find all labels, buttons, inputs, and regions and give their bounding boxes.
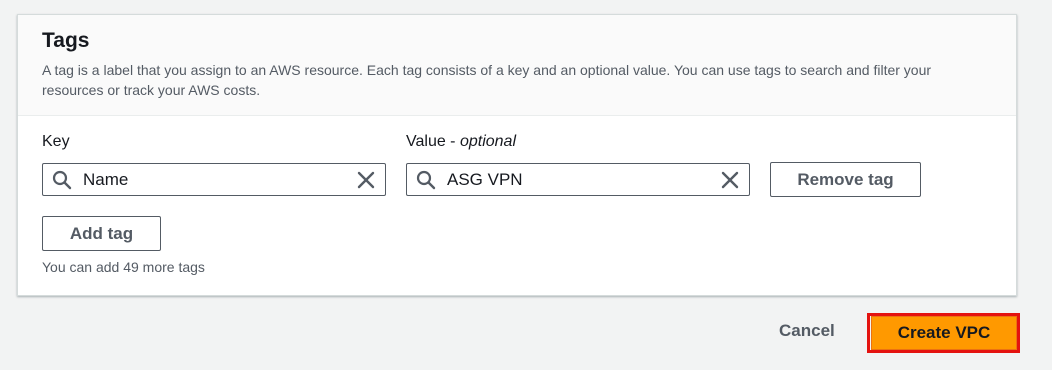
value-label-text: Value - xyxy=(406,133,460,150)
tag-key-input[interactable]: Name xyxy=(42,163,386,196)
panel-title: Tags xyxy=(42,29,90,52)
tags-panel-header: Tags A tag is a label that you assign to… xyxy=(18,15,1016,116)
value-column-label: Value - optional xyxy=(406,133,516,151)
create-vpc-button[interactable]: Create VPC xyxy=(871,316,1017,350)
close-icon[interactable] xyxy=(356,170,376,190)
add-tag-button[interactable]: Add tag xyxy=(42,216,161,251)
tags-panel: Tags A tag is a label that you assign to… xyxy=(17,14,1017,296)
key-column-label: Key xyxy=(42,133,70,150)
page: Tags A tag is a label that you assign to… xyxy=(0,0,1052,370)
remaining-tags-hint: You can add 49 more tags xyxy=(42,259,205,275)
panel-description: A tag is a label that you assign to an A… xyxy=(42,62,932,98)
cancel-button[interactable]: Cancel xyxy=(779,321,835,341)
tag-value-value[interactable]: ASG VPN xyxy=(447,170,523,190)
tag-key-value[interactable]: Name xyxy=(83,170,128,190)
tag-value-input[interactable]: ASG VPN xyxy=(406,163,750,196)
close-icon[interactable] xyxy=(720,170,740,190)
optional-label: optional xyxy=(459,133,516,150)
search-icon xyxy=(416,170,436,190)
search-icon xyxy=(52,170,72,190)
remove-tag-button[interactable]: Remove tag xyxy=(770,162,921,197)
